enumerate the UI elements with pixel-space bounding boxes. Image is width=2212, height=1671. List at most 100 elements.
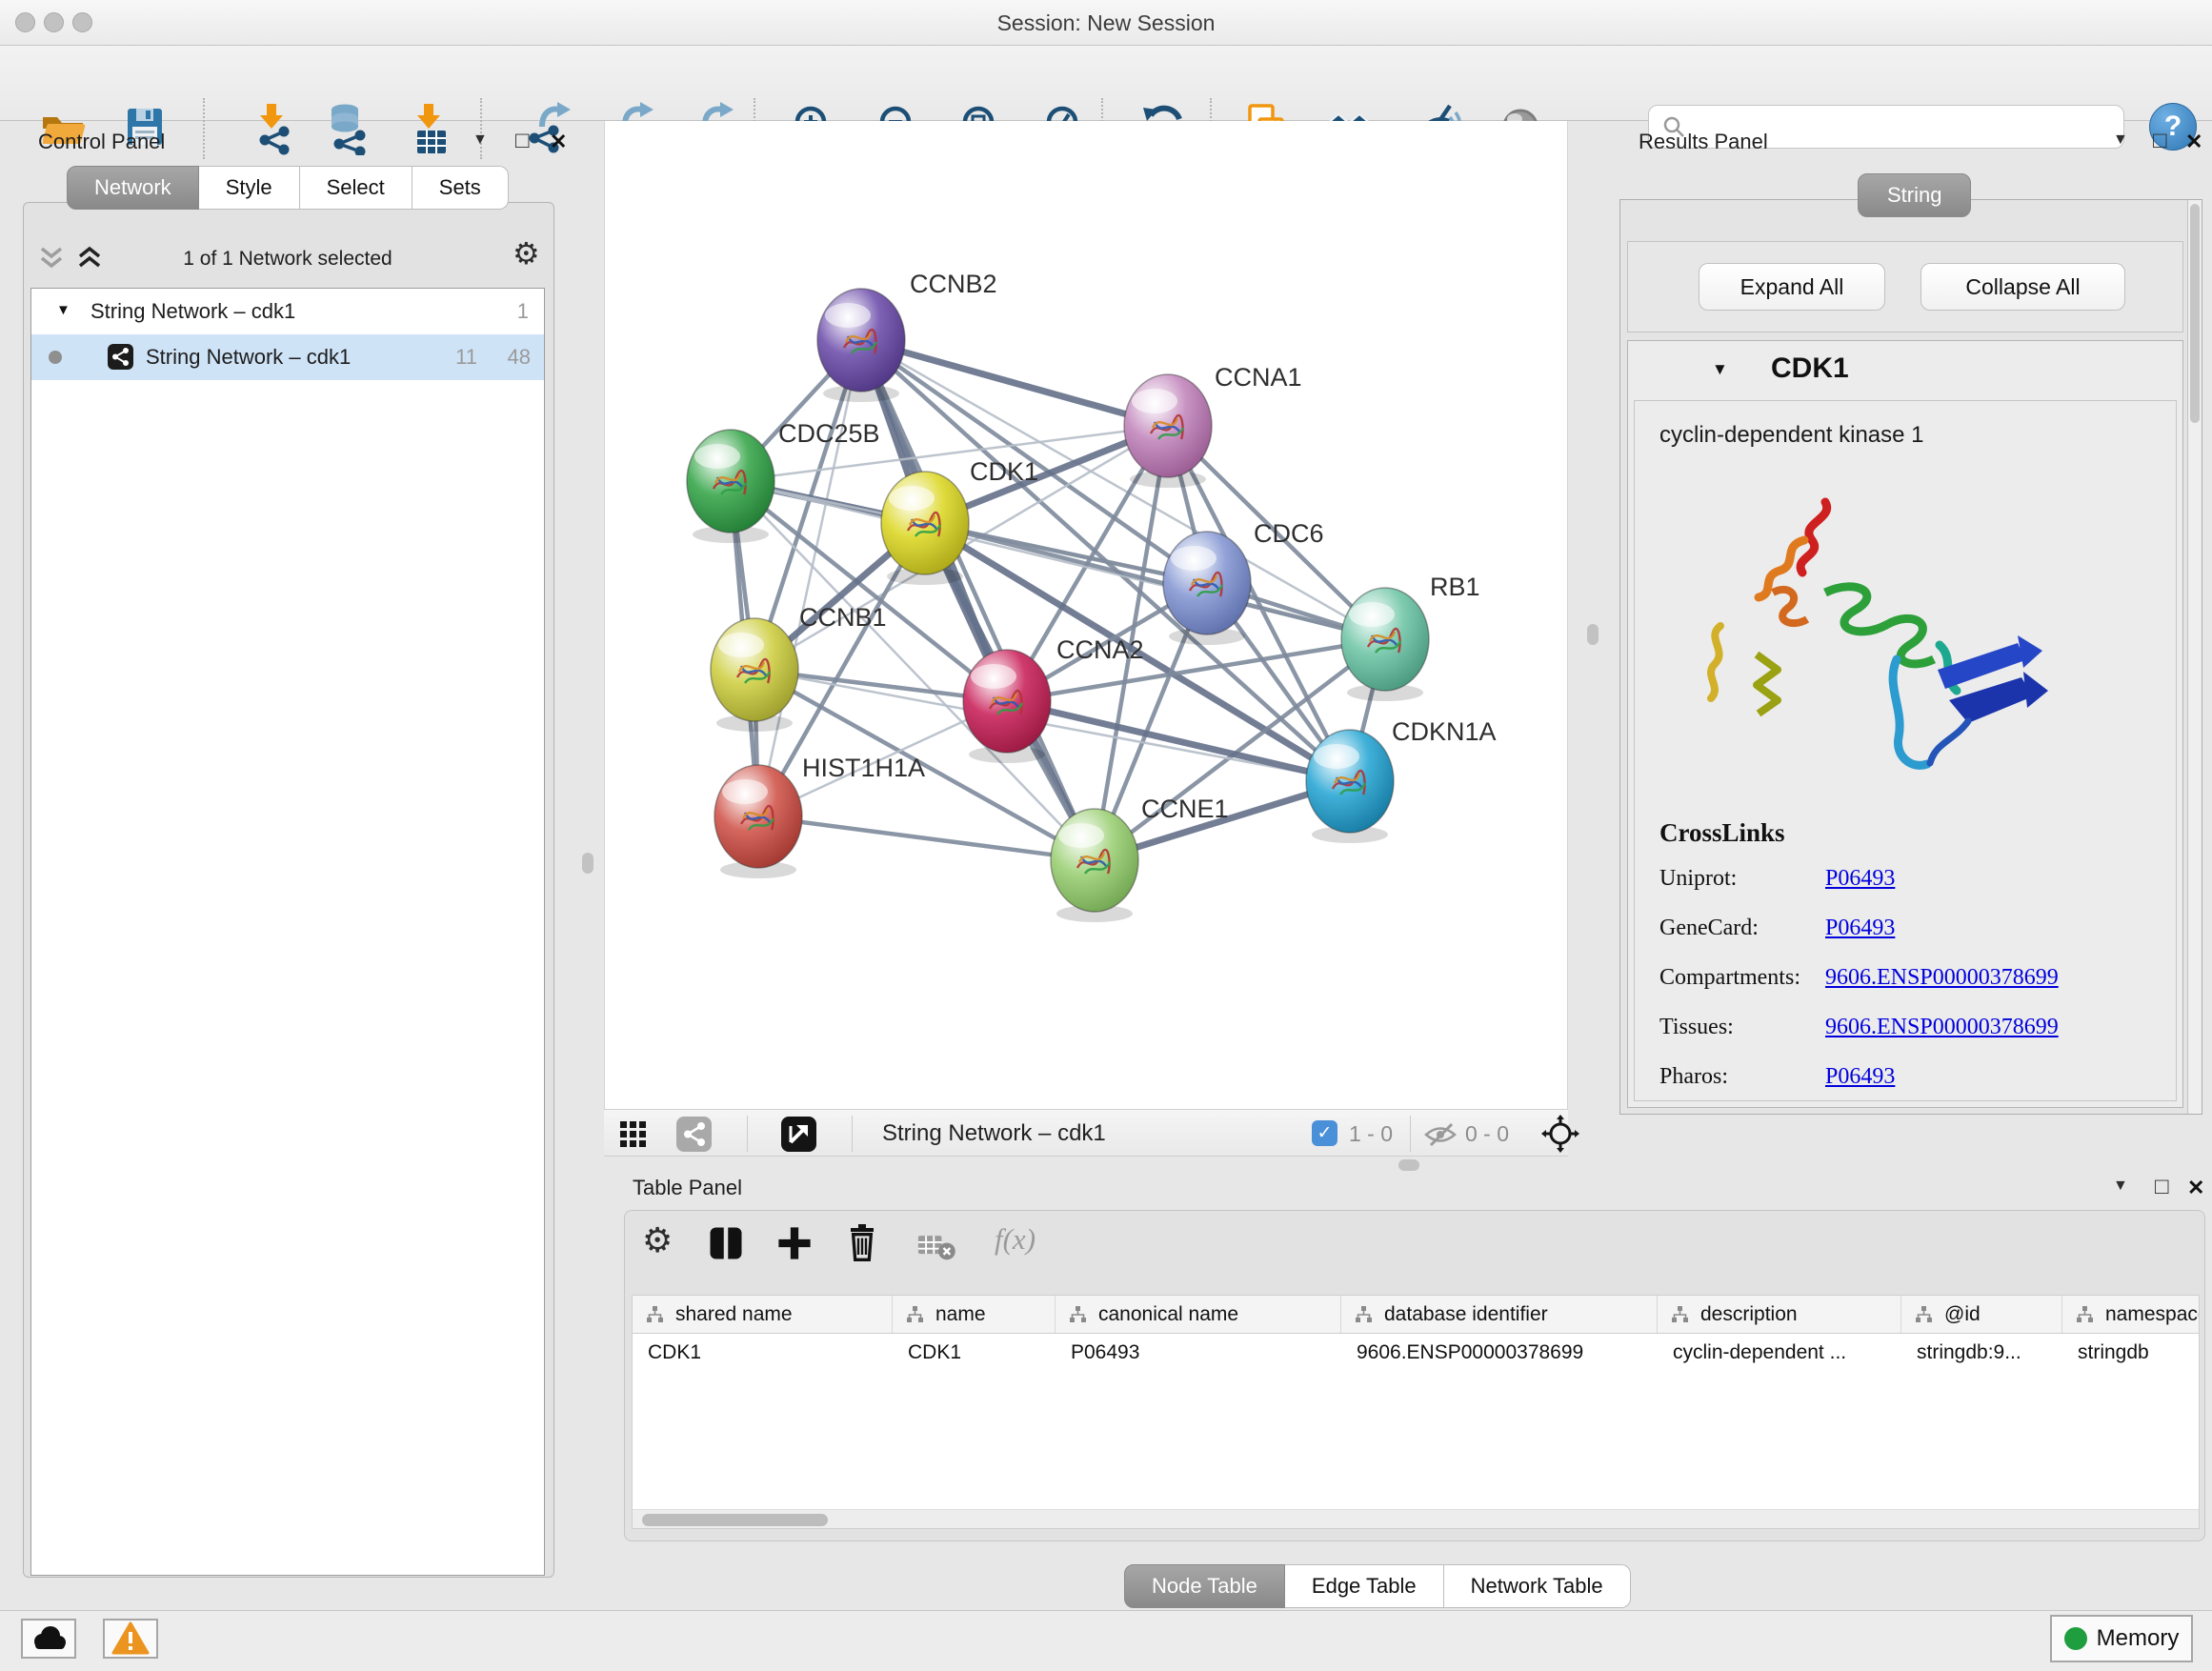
column-header-description[interactable]: description bbox=[1658, 1296, 1901, 1333]
table-scrollbar-thumb[interactable] bbox=[642, 1514, 828, 1526]
crosslink-label: Compartments: bbox=[1635, 965, 1825, 991]
network-node-CDC6[interactable]: CDC6 bbox=[1163, 519, 1324, 645]
results-panel-close-icon[interactable]: ✕ bbox=[2185, 130, 2202, 154]
results-panel-menu-icon[interactable]: ▼ bbox=[2113, 131, 2128, 149]
center-crosshair-icon[interactable] bbox=[1541, 1115, 1579, 1153]
tab-style[interactable]: Style bbox=[199, 166, 300, 210]
column-header-namespace[interactable]: namespace bbox=[2062, 1296, 2200, 1333]
network-graph[interactable]: CCNB2CCNA1CDC25BCDK1CDC6RB1CCNB1CCNA2CDK… bbox=[605, 121, 1569, 1109]
tab-sets[interactable]: Sets bbox=[412, 166, 509, 210]
control-panel-menu-icon[interactable]: ▼ bbox=[473, 131, 488, 149]
column-header-@id[interactable]: @id bbox=[1901, 1296, 2062, 1333]
table-row[interactable]: CDK1CDK1P064939606.ENSP00000378699cyclin… bbox=[633, 1334, 2199, 1372]
network-node-HIST1H1A[interactable]: HIST1H1A bbox=[714, 754, 925, 878]
control-panel-float-icon[interactable]: □ bbox=[515, 128, 530, 154]
crosslink-link[interactable]: P06493 bbox=[1825, 1064, 1895, 1090]
tab-network[interactable]: Network bbox=[67, 166, 199, 210]
collapse-all-button[interactable]: Collapse All bbox=[1920, 263, 2125, 311]
delete-columns-icon[interactable] bbox=[844, 1224, 880, 1262]
delete-table-icon[interactable] bbox=[916, 1232, 956, 1260]
table-cell[interactable]: stringdb:9... bbox=[1901, 1334, 2062, 1372]
selected-count-checkbox[interactable]: ✓ bbox=[1312, 1120, 1337, 1146]
current-network-name: String Network – cdk1 bbox=[882, 1110, 1106, 1158]
network-row-selected[interactable]: String Network – cdk1 11 48 bbox=[31, 334, 544, 380]
network-node-RB1[interactable]: RB1 bbox=[1341, 573, 1480, 701]
network-node-CCNA2[interactable]: CCNA2 bbox=[963, 635, 1144, 763]
table-panel-title: Table Panel bbox=[633, 1176, 742, 1200]
left-splitter-handle[interactable] bbox=[582, 853, 593, 874]
crosslink-link[interactable]: 9606.ENSP00000378699 bbox=[1825, 965, 2059, 991]
network-edge[interactable] bbox=[758, 340, 861, 816]
memory-button[interactable]: Memory bbox=[2050, 1615, 2193, 1662]
network-node-count: 11 bbox=[455, 345, 477, 370]
hidden-eye-icon bbox=[1423, 1122, 1458, 1147]
table-cell[interactable]: stringdb bbox=[2062, 1334, 2200, 1372]
tab-select[interactable]: Select bbox=[300, 166, 412, 210]
column-header-database-identifier[interactable]: database identifier bbox=[1341, 1296, 1658, 1333]
share-network-icon[interactable] bbox=[676, 1117, 712, 1152]
network-edge[interactable] bbox=[758, 816, 1095, 860]
create-column-icon[interactable] bbox=[777, 1226, 812, 1260]
tab-network-table[interactable]: Network Table bbox=[1444, 1564, 1631, 1608]
results-scrollbar[interactable] bbox=[2187, 200, 2202, 1114]
network-edge[interactable] bbox=[861, 340, 1095, 860]
crosslink-link[interactable]: P06493 bbox=[1825, 916, 1895, 941]
main-toolbar: ? bbox=[0, 46, 2212, 121]
gene-card: ▼ CDK1 cyclin-dependent kinase 1 bbox=[1627, 340, 2183, 1108]
current-network-dot-icon bbox=[49, 351, 62, 364]
right-splitter-handle[interactable] bbox=[1587, 624, 1599, 645]
function-builder-icon[interactable]: f(x) bbox=[995, 1222, 1036, 1257]
column-header-canonical-name[interactable]: canonical name bbox=[1056, 1296, 1341, 1333]
table-options-gear-icon[interactable]: ⚙ bbox=[642, 1224, 673, 1258]
table-cell[interactable]: cyclin-dependent ... bbox=[1658, 1334, 1901, 1372]
network-collection-row[interactable]: ▼ String Network – cdk1 1 bbox=[31, 289, 544, 334]
window-title: Session: New Session bbox=[0, 10, 2212, 36]
table-cell[interactable]: P06493 bbox=[1056, 1334, 1341, 1372]
toolbar-separator bbox=[747, 1116, 748, 1152]
table-panel-close-icon[interactable]: ✕ bbox=[2187, 1176, 2204, 1200]
collection-expander-icon[interactable]: ▼ bbox=[56, 302, 70, 318]
crosslink-link[interactable]: P06493 bbox=[1825, 866, 1895, 892]
network-node-CDK1[interactable]: CDK1 bbox=[881, 457, 1038, 585]
tab-string[interactable]: String bbox=[1858, 173, 1971, 217]
column-header-shared-name[interactable]: shared name bbox=[633, 1296, 893, 1333]
table-cell[interactable]: CDK1 bbox=[893, 1334, 1056, 1372]
table-horizontal-scrollbar[interactable] bbox=[633, 1509, 2199, 1528]
open-in-new-window-icon[interactable] bbox=[781, 1117, 816, 1152]
results-scrollbar-thumb[interactable] bbox=[2190, 204, 2200, 423]
crosslink-label: Pharos: bbox=[1635, 1064, 1825, 1090]
table-cell[interactable]: 9606.ENSP00000378699 bbox=[1341, 1334, 1658, 1372]
string-network-icon bbox=[108, 344, 133, 370]
warnings-button[interactable] bbox=[103, 1619, 158, 1659]
node-label: CCNA1 bbox=[1215, 363, 1302, 392]
network-view-toolbar: String Network – cdk1 ✓ 1 - 0 0 - 0 bbox=[604, 1109, 1568, 1157]
grid-view-icon[interactable] bbox=[619, 1120, 648, 1149]
network-options-gear-icon[interactable]: ⚙ bbox=[513, 238, 540, 269]
control-panel-close-icon[interactable]: ✕ bbox=[550, 130, 567, 154]
results-panel-title: Results Panel bbox=[1639, 130, 1768, 154]
crosslink-row: Pharos:P06493 bbox=[1635, 1052, 2176, 1101]
node-table[interactable]: shared namenamecanonical namedatabase id… bbox=[632, 1295, 2200, 1529]
results-panel-float-icon[interactable]: □ bbox=[2153, 128, 2167, 154]
crosslink-label: Uniprot: bbox=[1635, 866, 1825, 892]
network-node-CCNB1[interactable]: CCNB1 bbox=[711, 603, 887, 732]
network-view-canvas[interactable]: CCNB2CCNA1CDC25BCDK1CDC6RB1CCNB1CCNA2CDK… bbox=[604, 121, 1568, 1109]
table-panel-float-icon[interactable]: □ bbox=[2155, 1174, 2169, 1200]
toolbar-separator bbox=[1410, 1116, 1411, 1152]
column-header-name[interactable]: name bbox=[893, 1296, 1056, 1333]
table-panel-menu-icon[interactable]: ▼ bbox=[2113, 1178, 2128, 1195]
crosslink-link[interactable]: 9606.ENSP00000378699 bbox=[1825, 1015, 2059, 1040]
table-cell[interactable]: CDK1 bbox=[633, 1334, 893, 1372]
tab-edge-table[interactable]: Edge Table bbox=[1285, 1564, 1444, 1608]
toolbar-separator bbox=[852, 1116, 853, 1152]
expand-all-button[interactable]: Expand All bbox=[1699, 263, 1885, 311]
show-hide-columns-icon[interactable] bbox=[709, 1226, 743, 1260]
table-panel: Table Panel ▼ □ ✕ ⚙ f(x) shared namename… bbox=[617, 1170, 2212, 1610]
network-node-CDKN1A[interactable]: CDKN1A bbox=[1306, 717, 1497, 843]
tab-node-table[interactable]: Node Table bbox=[1124, 1564, 1285, 1608]
cloud-status-button[interactable] bbox=[21, 1619, 76, 1659]
network-node-CCNE1[interactable]: CCNE1 bbox=[1051, 795, 1229, 922]
control-panel-tabs: NetworkStyleSelectSets bbox=[67, 166, 509, 210]
crosslinks-section: CrossLinks Uniprot:P06493GeneCard:P06493… bbox=[1635, 818, 2176, 1101]
gene-expander-icon[interactable]: ▼ bbox=[1712, 360, 1728, 379]
